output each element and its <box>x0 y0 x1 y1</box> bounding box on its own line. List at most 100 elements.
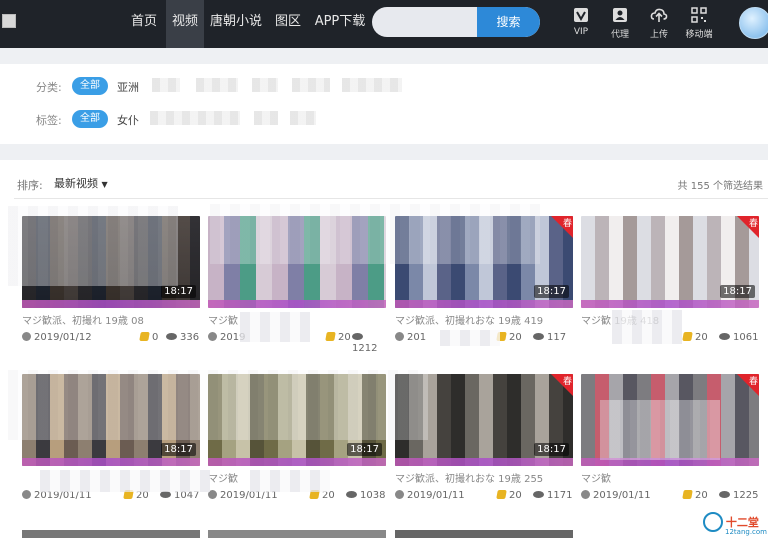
category-option[interactable] <box>292 78 330 92</box>
video-duration: 18:17 <box>161 285 196 298</box>
tag-option[interactable] <box>254 111 278 125</box>
tag-option[interactable] <box>290 111 316 125</box>
video-title[interactable]: マジ歓派、初撮れおな 19歳 255 <box>395 470 573 484</box>
video-thumbnail[interactable] <box>208 530 386 538</box>
video-card[interactable]: 18:17 マジ歓 2019/01/11 20 1038 <box>208 374 386 504</box>
video-coins: 20 <box>695 332 708 343</box>
video-thumbnail[interactable]: 18:17 <box>22 374 200 466</box>
watermark-url: 12tang.com <box>725 528 767 536</box>
video-coins: 20 <box>338 332 351 343</box>
video-thumbnail[interactable]: 春 18:17 <box>581 216 759 308</box>
video-thumbnail[interactable]: 18:17 <box>208 374 386 466</box>
video-thumbnail[interactable] <box>22 530 200 538</box>
category-all-pill[interactable]: 全部 <box>72 77 108 95</box>
video-coins: 0 <box>152 332 159 343</box>
tool-upload-label: 上传 <box>649 30 668 40</box>
video-views: 1047 <box>174 490 200 501</box>
video-card[interactable]: 春 18:17 マジ歓派、初撮れおな 19歳 419 201 20 117 <box>395 216 573 346</box>
site-logo[interactable] <box>2 14 16 28</box>
search-button[interactable]: 搜索 <box>477 7 540 37</box>
video-duration: 18:17 <box>534 285 569 298</box>
video-card[interactable]: 春 18:17 マジ歓 19歳 418 20 1061 <box>581 216 759 346</box>
video-title[interactable]: マジ歓 <box>208 312 386 326</box>
video-card[interactable]: 18:17 マジ歓派、初撮れ 19歳 08 2019/01/12 0 336 <box>22 216 200 346</box>
tag-option[interactable]: 女仆 <box>117 112 139 128</box>
video-title[interactable]: マジ歓 19歳 418 <box>581 312 759 326</box>
video-card[interactable]: 春 18:17 マジ歓派、初撮れおな 19歳 255 2019/01/11 20… <box>395 374 573 504</box>
search-input[interactable] <box>372 7 478 37</box>
tag-all-pill[interactable]: 全部 <box>72 110 108 128</box>
video-views: 117 <box>547 332 567 343</box>
result-count: 共 155 个筛选结果 <box>677 181 763 192</box>
eye-icon <box>352 333 363 340</box>
watermark-logo-icon <box>703 512 723 532</box>
tool-mobile-label: 移动端 <box>685 30 713 40</box>
video-card[interactable]: 18:17 2019/01/11 20 1047 <box>22 374 200 504</box>
video-views: 1038 <box>360 490 386 501</box>
category-option[interactable] <box>342 78 402 92</box>
nav-home[interactable]: 首页 <box>122 0 166 48</box>
video-thumbnail[interactable]: 春 18:17 <box>395 374 573 466</box>
eye-icon <box>719 491 730 498</box>
top-navbar: 首页 视频 唐朝小说 图区 APP下载 搜索 VIP 代理 上传 移动端 <box>0 0 768 48</box>
category-option[interactable] <box>152 78 180 92</box>
tag-label: 标签: <box>36 114 62 127</box>
tag-option[interactable] <box>150 111 240 125</box>
video-meta: 2019/01/11 20 1171 <box>395 490 573 504</box>
tool-vip[interactable]: VIP <box>561 6 601 37</box>
hot-badge-text: 春 <box>748 377 758 387</box>
video-coins: 20 <box>509 332 522 343</box>
clock-icon <box>208 490 217 499</box>
video-meta: 2019/01/11 20 1038 <box>208 490 386 504</box>
video-views: 1061 <box>733 332 759 343</box>
clock-icon <box>395 490 404 499</box>
eye-icon <box>533 333 544 340</box>
coin-icon <box>139 332 150 341</box>
video-thumbnail[interactable]: 春 <box>581 374 759 466</box>
video-title[interactable]: マジ歓 <box>208 470 386 484</box>
video-meta: 2019/01/11 20 1225 <box>581 490 759 504</box>
tool-upload[interactable]: 上传 <box>639 6 679 40</box>
category-option[interactable] <box>196 78 238 92</box>
video-date: 2019 <box>220 332 246 343</box>
video-title[interactable]: マジ歓派、初撮れ 19歳 08 <box>22 312 200 326</box>
qrcode-icon <box>691 7 707 23</box>
eye-icon <box>160 491 171 498</box>
sort-label: 排序: <box>17 179 43 192</box>
coin-icon <box>682 490 693 499</box>
tool-mobile[interactable]: 移动端 <box>679 6 719 40</box>
video-thumbnail[interactable]: 春 18:17 <box>395 216 573 308</box>
video-thumbnail[interactable] <box>208 216 386 308</box>
divider <box>14 198 768 199</box>
coin-icon <box>496 490 507 499</box>
nav-pictures[interactable]: 图区 <box>268 0 308 48</box>
eye-icon <box>533 491 544 498</box>
video-thumbnail[interactable]: 18:17 <box>22 216 200 308</box>
video-title[interactable]: マジ歓 <box>581 470 759 484</box>
sort-dropdown[interactable]: 最新视频 ▼ <box>54 175 108 191</box>
video-meta: 2019/01/11 20 1047 <box>22 490 200 504</box>
category-option[interactable]: 亚洲 <box>117 79 139 95</box>
nav-videos[interactable]: 视频 <box>166 0 204 48</box>
video-date: 2019/01/11 <box>593 490 651 501</box>
video-date: 201 <box>407 332 427 343</box>
nav-app-download[interactable]: APP下载 <box>308 0 372 48</box>
agent-icon <box>613 8 627 22</box>
user-avatar[interactable] <box>739 7 768 39</box>
category-option[interactable] <box>252 78 278 92</box>
video-title[interactable]: マジ歓派、初撮れおな 19歳 419 <box>395 312 573 326</box>
hot-badge-text: 春 <box>562 377 572 387</box>
video-date: 2019/01/11 <box>407 490 465 501</box>
video-card[interactable]: マジ歓 2019 20 1212 <box>208 216 386 354</box>
clock-icon <box>581 490 590 499</box>
video-thumbnail[interactable] <box>395 530 573 538</box>
video-title[interactable] <box>22 470 200 484</box>
tool-agent[interactable]: 代理 <box>600 6 640 40</box>
eye-icon <box>719 333 730 340</box>
nav-novels[interactable]: 唐朝小说 <box>204 0 268 48</box>
video-date: 2019/01/11 <box>220 490 278 501</box>
video-card[interactable]: 春 マジ歓 2019/01/11 20 1225 <box>581 374 759 504</box>
video-duration: 18:17 <box>161 443 196 456</box>
video-coins: 20 <box>136 490 149 501</box>
vip-icon <box>574 8 588 22</box>
